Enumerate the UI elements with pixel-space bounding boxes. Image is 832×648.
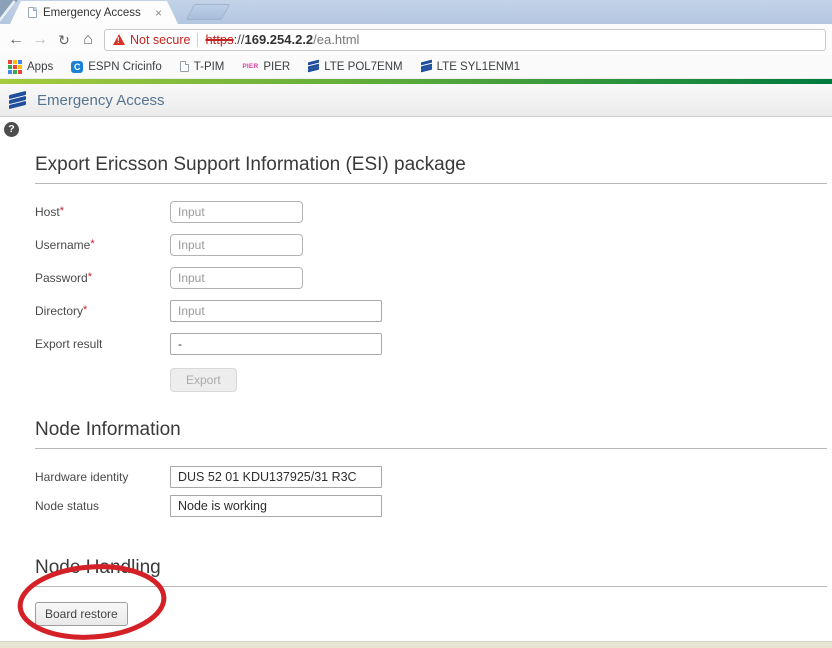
- bookmark-apps[interactable]: Apps: [8, 60, 53, 74]
- bookmarks-bar: Apps C ESPN Cricinfo T-PIM PIER PIER LTE…: [0, 55, 832, 79]
- ericsson-logo-icon: [421, 61, 432, 72]
- page-title: Emergency Access: [37, 92, 165, 109]
- password-input[interactable]: [170, 267, 303, 289]
- password-label: Password*: [35, 271, 170, 285]
- required-marker: *: [83, 304, 87, 316]
- node-status-value: [170, 495, 382, 517]
- username-label: Username*: [35, 238, 170, 252]
- ericsson-logo-icon: [9, 93, 26, 108]
- url-scheme-struck: https: [205, 32, 233, 47]
- section-divider: [35, 586, 827, 587]
- address-bar[interactable]: ! Not secure https://169.254.2.2/ea.html: [104, 29, 826, 51]
- page-icon: [180, 61, 189, 72]
- pier-text-icon: PIER: [242, 63, 258, 70]
- bookmark-label: ESPN Cricinfo: [88, 61, 162, 73]
- help-row: ?: [0, 117, 832, 137]
- export-result-label: Export result: [35, 337, 170, 351]
- hardware-identity-value: [170, 466, 382, 488]
- node-status-label: Node status: [35, 499, 170, 513]
- board-restore-button[interactable]: Board restore: [35, 602, 128, 626]
- section-divider: [35, 183, 827, 184]
- espn-c-icon: C: [71, 61, 83, 73]
- directory-label: Directory*: [35, 304, 170, 318]
- form-row-username: Username*: [35, 234, 827, 256]
- form-row-export-result: Export result: [35, 333, 827, 355]
- home-icon[interactable]: ⌂: [76, 32, 100, 48]
- bookmark-label: LTE SYL1ENM1: [437, 61, 521, 73]
- bookmark-tpim[interactable]: T-PIM: [180, 61, 225, 73]
- not-secure-label[interactable]: Not secure: [130, 33, 190, 47]
- host-input[interactable]: [170, 201, 303, 223]
- host-label: Host*: [35, 205, 170, 219]
- url-path: /ea.html: [313, 32, 359, 47]
- hardware-identity-label: Hardware identity: [35, 470, 170, 484]
- esi-form: Host* Username* Password* Directory* Exp…: [35, 201, 827, 392]
- page-content: Export Ericsson Support Information (ESI…: [0, 154, 832, 626]
- bookmark-lte-syl1enm1[interactable]: LTE SYL1ENM1: [421, 61, 521, 73]
- warning-exclamation: !: [117, 36, 120, 45]
- section-title-esi: Export Ericsson Support Information (ESI…: [35, 154, 827, 176]
- section-title-node-handling: Node Handling: [35, 557, 827, 579]
- browser-tab[interactable]: Emergency Access ×: [10, 1, 178, 24]
- export-result-value: [170, 333, 382, 355]
- help-icon[interactable]: ?: [4, 122, 19, 137]
- tab-favicon-page-icon: [28, 7, 37, 18]
- export-button[interactable]: Export: [170, 368, 237, 392]
- username-input[interactable]: [170, 234, 303, 256]
- tab-close-icon[interactable]: ×: [155, 7, 162, 19]
- window-bottom-edge: [0, 641, 832, 648]
- bookmark-lte-pol7enm[interactable]: LTE POL7ENM: [308, 61, 402, 73]
- form-row-node-status: Node status: [35, 495, 827, 517]
- url-host: 169.254.2.2: [244, 32, 313, 47]
- bookmark-label: PIER: [263, 61, 290, 73]
- new-tab-button[interactable]: [186, 4, 231, 20]
- form-row-password: Password*: [35, 267, 827, 289]
- apps-grid-icon: [8, 60, 22, 74]
- ericsson-logo-icon: [308, 61, 319, 72]
- reload-icon[interactable]: ↻: [52, 33, 76, 47]
- back-icon[interactable]: ←: [4, 32, 28, 48]
- section-divider: [35, 448, 827, 449]
- not-secure-warning-icon[interactable]: !: [113, 34, 125, 45]
- bookmark-espn-cricinfo[interactable]: C ESPN Cricinfo: [71, 61, 162, 73]
- url-scheme-separator: ://: [234, 32, 245, 47]
- form-row-host: Host*: [35, 201, 827, 223]
- tab-strip: Emergency Access ×: [0, 0, 832, 24]
- tab-title: Emergency Access: [43, 7, 155, 19]
- bookmark-pier[interactable]: PIER PIER: [242, 61, 290, 73]
- forward-icon[interactable]: →: [28, 32, 52, 48]
- form-row-directory: Directory*: [35, 300, 827, 322]
- bookmark-label: T-PIM: [194, 61, 225, 73]
- required-marker: *: [88, 271, 92, 283]
- url-separator: [197, 33, 198, 47]
- bookmark-label: Apps: [27, 61, 53, 73]
- node-information-form: Hardware identity Node status: [35, 466, 827, 517]
- browser-toolbar: ← → ↻ ⌂ ! Not secure https://169.254.2.2…: [0, 24, 832, 55]
- directory-input[interactable]: [170, 300, 382, 322]
- bookmark-label: LTE POL7ENM: [324, 61, 402, 73]
- required-marker: *: [60, 205, 64, 217]
- section-title-node-information: Node Information: [35, 419, 827, 441]
- form-row-hardware-identity: Hardware identity: [35, 466, 827, 488]
- required-marker: *: [90, 238, 94, 250]
- page-header: Emergency Access: [0, 84, 832, 117]
- browser-window: Emergency Access × ← → ↻ ⌂ ! Not secure …: [0, 0, 832, 648]
- url-text: https://169.254.2.2/ea.html: [205, 32, 359, 47]
